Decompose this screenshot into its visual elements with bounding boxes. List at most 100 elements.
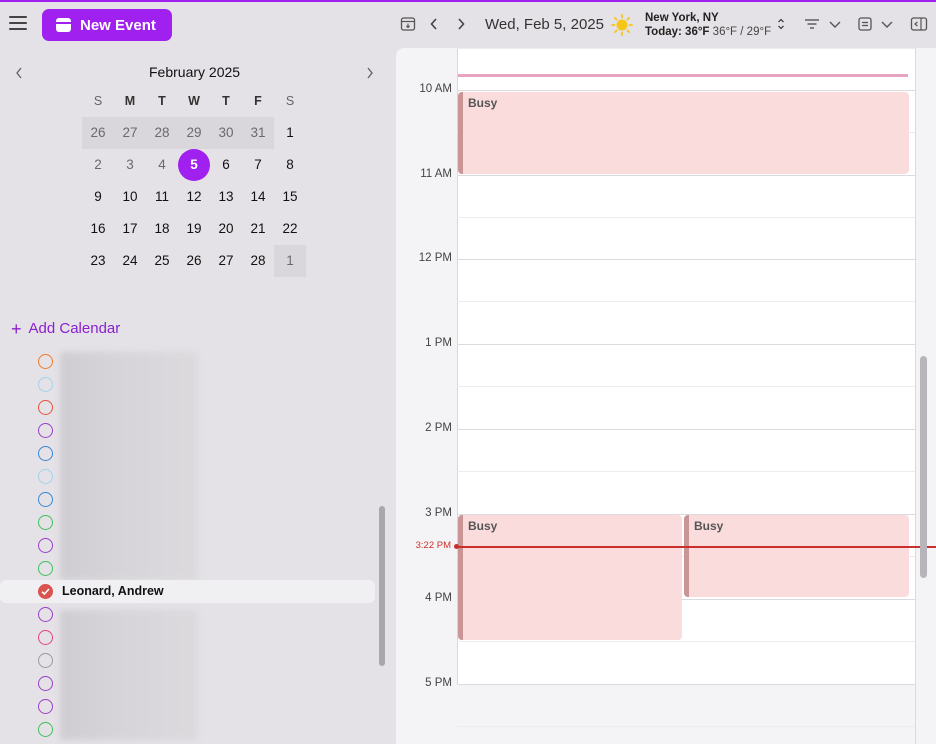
calendar-color-circle-icon[interactable] bbox=[38, 515, 53, 530]
grid-right-border bbox=[915, 48, 916, 744]
split-view-icon[interactable] bbox=[909, 14, 929, 34]
calendar-color-circle-icon[interactable] bbox=[38, 377, 53, 392]
calendar-item[interactable] bbox=[0, 442, 375, 465]
half-hour-gridline bbox=[457, 726, 916, 727]
calendar-color-circle-icon[interactable] bbox=[38, 492, 53, 507]
chevron-left-icon[interactable] bbox=[424, 14, 444, 34]
mini-calendar-day[interactable]: 26 bbox=[178, 245, 210, 277]
mini-calendar-day[interactable]: 31 bbox=[242, 117, 274, 149]
calendar-item[interactable] bbox=[0, 373, 375, 396]
mini-calendar-day[interactable]: 24 bbox=[114, 245, 146, 277]
mini-calendar-day[interactable]: 5 bbox=[178, 149, 210, 181]
mini-calendar-day[interactable]: 20 bbox=[210, 213, 242, 245]
chevron-down-icon[interactable] bbox=[825, 14, 845, 34]
calendar-item[interactable] bbox=[0, 672, 375, 695]
calendar-item[interactable] bbox=[0, 419, 375, 442]
mini-calendar-day[interactable]: 18 bbox=[146, 213, 178, 245]
calendar-item[interactable] bbox=[0, 626, 375, 649]
checked-circle-icon[interactable] bbox=[38, 584, 53, 599]
mini-calendar-day[interactable]: 1 bbox=[274, 117, 306, 149]
mini-calendar-day[interactable]: 10 bbox=[114, 181, 146, 213]
add-calendar-button[interactable]: + Add Calendar bbox=[11, 320, 120, 338]
half-hour-gridline bbox=[457, 641, 916, 642]
menu-icon[interactable] bbox=[9, 16, 27, 30]
mini-calendar-day[interactable]: 14 bbox=[242, 181, 274, 213]
prev-month-icon[interactable] bbox=[11, 64, 27, 82]
calendar-color-circle-icon[interactable] bbox=[38, 538, 53, 553]
calendar-color-circle-icon[interactable] bbox=[38, 400, 53, 415]
calendar-color-circle-icon[interactable] bbox=[38, 469, 53, 484]
calendar-item[interactable] bbox=[0, 488, 375, 511]
mini-calendar-day[interactable]: 28 bbox=[242, 245, 274, 277]
mini-calendar-day[interactable]: 25 bbox=[146, 245, 178, 277]
calendar-item[interactable] bbox=[0, 649, 375, 672]
mini-calendar-day[interactable]: 29 bbox=[178, 117, 210, 149]
mini-calendar-day[interactable]: 19 bbox=[178, 213, 210, 245]
mini-calendar-day[interactable]: 13 bbox=[210, 181, 242, 213]
mini-calendar-day[interactable]: 30 bbox=[210, 117, 242, 149]
mini-calendar-day[interactable]: 21 bbox=[242, 213, 274, 245]
calendar-item[interactable] bbox=[0, 557, 375, 580]
mini-calendar-day[interactable]: 26 bbox=[82, 117, 114, 149]
calendar-item[interactable] bbox=[0, 534, 375, 557]
current-time-dot bbox=[454, 544, 459, 549]
mini-calendar-day[interactable]: 9 bbox=[82, 181, 114, 213]
up-down-chevron-icon[interactable] bbox=[771, 14, 791, 34]
mini-calendar-day[interactable]: 7 bbox=[242, 149, 274, 181]
chevron-down-icon[interactable] bbox=[877, 14, 897, 34]
mini-calendar-day[interactable]: 2 bbox=[82, 149, 114, 181]
mini-calendar-day[interactable]: 8 bbox=[274, 149, 306, 181]
calendar-color-circle-icon[interactable] bbox=[38, 722, 53, 737]
calendar-item[interactable] bbox=[0, 511, 375, 534]
calendar-color-circle-icon[interactable] bbox=[38, 446, 53, 461]
calendar-color-circle-icon[interactable] bbox=[38, 423, 53, 438]
mini-calendar-day[interactable]: 23 bbox=[82, 245, 114, 277]
calendar-color-circle-icon[interactable] bbox=[38, 607, 53, 622]
mini-calendar-day[interactable]: 27 bbox=[114, 117, 146, 149]
mini-calendar-day[interactable]: 1 bbox=[274, 245, 306, 277]
mini-calendar-day[interactable]: 28 bbox=[146, 117, 178, 149]
mini-calendar-day[interactable]: 22 bbox=[274, 213, 306, 245]
event-block[interactable]: Busy bbox=[458, 515, 682, 640]
chevron-right-icon[interactable] bbox=[451, 14, 471, 34]
mini-calendar-day[interactable]: 4 bbox=[146, 149, 178, 181]
calendar-color-circle-icon[interactable] bbox=[38, 653, 53, 668]
today-icon[interactable] bbox=[398, 14, 418, 34]
calendar-item[interactable] bbox=[0, 718, 375, 741]
mini-calendar-day[interactable]: 6 bbox=[210, 149, 242, 181]
weekday-header: F bbox=[254, 94, 262, 108]
weather-today-temp: 36°F bbox=[685, 26, 710, 38]
calendar-color-circle-icon[interactable] bbox=[38, 561, 53, 576]
calendar-color-circle-icon[interactable] bbox=[38, 630, 53, 645]
event-block[interactable]: Busy bbox=[684, 515, 909, 597]
calendar-item[interactable]: Leonard, Andrew bbox=[0, 580, 375, 603]
new-event-button[interactable]: New Event bbox=[42, 9, 172, 41]
calendar-item[interactable] bbox=[0, 603, 375, 626]
mini-calendar-day[interactable]: 27 bbox=[210, 245, 242, 277]
event-title: Busy bbox=[468, 519, 498, 533]
calendar-item[interactable] bbox=[0, 350, 375, 373]
calendar-item[interactable] bbox=[0, 465, 375, 488]
weather-today-prefix: Today: bbox=[645, 26, 686, 38]
weather-widget[interactable]: New York, NY Today: 36°F 36°F / 29°F bbox=[645, 11, 771, 39]
calendar-item[interactable] bbox=[0, 396, 375, 419]
weather-range: 36°F / 29°F bbox=[712, 26, 772, 38]
mini-calendar-day[interactable]: 3 bbox=[114, 149, 146, 181]
sidebar-scrollbar[interactable] bbox=[379, 506, 385, 666]
calendar-color-circle-icon[interactable] bbox=[38, 699, 53, 714]
next-month-icon[interactable] bbox=[362, 64, 378, 82]
half-hour-gridline bbox=[457, 217, 916, 218]
all-day-event-strip[interactable] bbox=[458, 74, 908, 77]
mini-calendar-day[interactable]: 12 bbox=[178, 181, 210, 213]
filter-icon[interactable] bbox=[802, 14, 822, 34]
mini-calendar-day[interactable]: 17 bbox=[114, 213, 146, 245]
mini-calendar-day[interactable]: 11 bbox=[146, 181, 178, 213]
mini-calendar-day[interactable]: 15 bbox=[274, 181, 306, 213]
calendar-color-circle-icon[interactable] bbox=[38, 676, 53, 691]
day-view-scrollbar[interactable] bbox=[920, 356, 927, 578]
event-block[interactable]: Busy bbox=[458, 92, 909, 174]
view-icon[interactable] bbox=[855, 14, 875, 34]
calendar-color-circle-icon[interactable] bbox=[38, 354, 53, 369]
mini-calendar-day[interactable]: 16 bbox=[82, 213, 114, 245]
calendar-item[interactable] bbox=[0, 695, 375, 718]
